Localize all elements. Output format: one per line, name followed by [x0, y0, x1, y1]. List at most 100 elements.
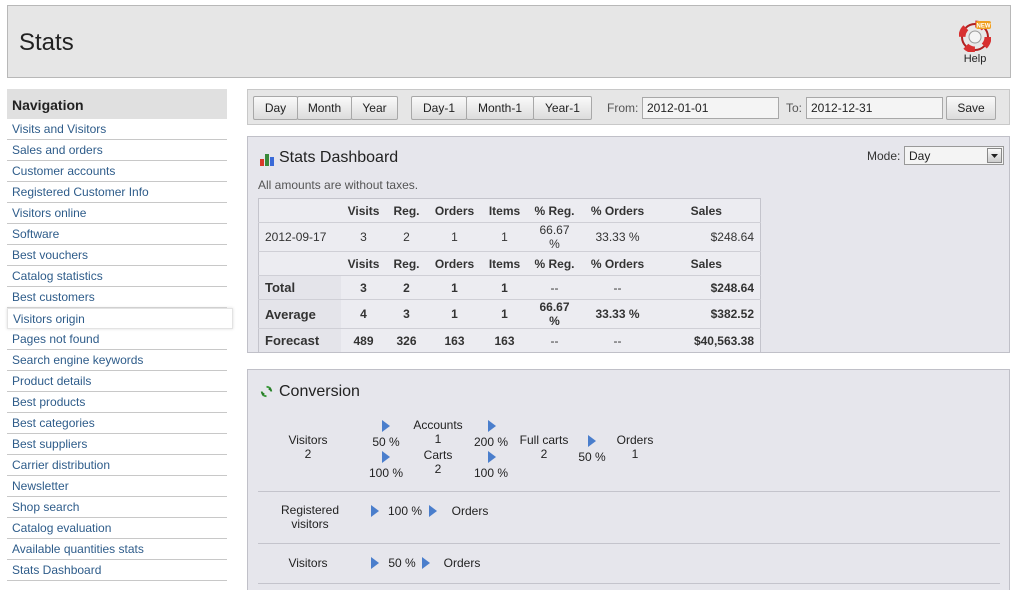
arrow-right-icon [382, 451, 390, 463]
full-carts-label: Full carts [519, 433, 569, 447]
registered-visitors-label: Registered visitors [280, 503, 340, 531]
arrow-right-icon [382, 420, 390, 432]
sidebar-item-best-vouchers[interactable]: Best vouchers [7, 245, 227, 266]
visitors-label: Visitors [288, 433, 328, 447]
sidebar-item-customer-accounts[interactable]: Customer accounts [7, 161, 227, 182]
stats-dashboard-panel: Stats Dashboard Mode: Day All amounts ar… [247, 136, 1010, 353]
sidebar-item-best-customers[interactable]: Best customers [7, 287, 227, 308]
table-cell: 1 [426, 222, 483, 252]
day-minus-one-button[interactable]: Day-1 [411, 96, 467, 120]
table-header [258, 251, 341, 276]
orders-label: Orders [616, 433, 654, 447]
to-date-input[interactable] [806, 97, 943, 119]
date-toolbar: Day Month Year Day-1 Month-1 Year-1 From… [247, 89, 1010, 125]
table-header: Items [482, 251, 527, 276]
sidebar-item-stats-dashboard[interactable]: Stats Dashboard [7, 560, 227, 581]
accounts-count: 1 [434, 432, 442, 446]
sidebar-item-visitors-origin[interactable]: Visitors origin [7, 308, 233, 329]
table-header: Visits [340, 251, 387, 276]
orders-count: 1 [631, 447, 639, 461]
visitors-count: 2 [304, 447, 312, 461]
carts-count: 2 [434, 462, 442, 476]
table-header: Reg. [386, 251, 427, 276]
sidebar-item-best-suppliers[interactable]: Best suppliers [7, 434, 227, 455]
table-cell: 3 [340, 275, 387, 300]
sidebar-item-software[interactable]: Software [7, 224, 227, 245]
arrow-right-icon [588, 435, 596, 447]
sidebar-item-visitors-online[interactable]: Visitors online [7, 203, 227, 224]
month-button[interactable]: Month [297, 96, 352, 120]
sidebar-item-best-products[interactable]: Best products [7, 392, 227, 413]
table-cell: $248.64 [652, 275, 761, 300]
sidebar-item-product-details[interactable]: Product details [7, 371, 227, 392]
sidebar: Navigation Visits and Visitors Sales and … [7, 89, 233, 581]
orders-label-b: Orders [451, 504, 489, 518]
table-cell: $382.52 [652, 299, 761, 329]
sidebar-item-registered-customer-info[interactable]: Registered Customer Info [7, 182, 227, 203]
stats-header-row: Visits Reg. Orders Items % Reg. % Orders… [258, 198, 761, 223]
full-carts-node: Full carts 2 [514, 433, 574, 461]
table-cell: $248.64 [652, 222, 761, 252]
full-carts-count: 2 [540, 447, 548, 461]
navigation-list: Visits and Visitors Sales and orders Custo… [7, 119, 233, 581]
table-cell: 489 [340, 328, 387, 352]
help-button[interactable]: NEW Help [958, 20, 992, 65]
refresh-icon [259, 384, 274, 402]
arrow-right-icon [488, 451, 496, 463]
sidebar-item-newsletter[interactable]: Newsletter [7, 476, 227, 497]
sidebar-item-search-engine-keywords[interactable]: Search engine keywords [7, 350, 227, 371]
sidebar-item-pages-not-found[interactable]: Pages not found [7, 329, 227, 350]
new-badge: NEW [977, 24, 991, 30]
table-cell: 1 [482, 299, 527, 329]
table-cell: 66.67 % [526, 222, 583, 252]
table-cell: 1 [482, 222, 527, 252]
table-cell: Total [258, 275, 341, 300]
table-cell: 3 [386, 299, 427, 329]
sidebar-item-best-categories[interactable]: Best categories [7, 413, 227, 434]
dashboard-title: Stats Dashboard [279, 149, 399, 166]
day-button[interactable]: Day [253, 96, 298, 120]
year-button[interactable]: Year [351, 96, 398, 120]
sidebar-item-catalog-evaluation[interactable]: Catalog evaluation [7, 518, 227, 539]
divider [258, 583, 1000, 584]
visitors-to-accounts-rate: 50 % [372, 435, 400, 449]
accounts-to-fullcarts-rate: 200 % [473, 435, 509, 449]
arrow-right-icon [488, 420, 496, 432]
sidebar-item-sales-and-orders[interactable]: Sales and orders [7, 140, 227, 161]
table-cell: $40,563.38 [652, 328, 761, 352]
table-cell: 4 [340, 299, 387, 329]
page-header: Stats NEW Help [7, 5, 1011, 78]
arrow-right-icon [422, 557, 430, 569]
year-minus-one-button[interactable]: Year-1 [533, 96, 592, 120]
stats-table: Visits Reg. Orders Items % Reg. % Orders… [258, 198, 761, 352]
table-row-forecast: Forecast 489 326 163 163 -- -- $40,563.3… [258, 328, 761, 352]
sidebar-item-available-quantities-stats[interactable]: Available quantities stats [7, 539, 227, 560]
arrow-right-icon [371, 505, 379, 517]
page-title: Stats [19, 29, 74, 56]
table-cell: -- [526, 328, 583, 352]
carts-to-fullcarts-rate: 100 % [473, 466, 509, 480]
table-header: Items [482, 198, 527, 223]
table-header: Orders [426, 251, 483, 276]
registered-to-orders-rate: 100 % [387, 504, 423, 518]
table-header [258, 198, 341, 223]
sidebar-item-visits-and-visitors[interactable]: Visits and Visitors [7, 119, 227, 140]
orders-label-c: Orders [443, 556, 481, 570]
table-cell: 1 [426, 299, 483, 329]
to-label: To: [786, 101, 803, 115]
month-minus-one-button[interactable]: Month-1 [466, 96, 534, 120]
table-cell: 3 [340, 222, 387, 252]
carts-node: Carts 2 [408, 448, 468, 476]
lifebuoy-icon: NEW [958, 20, 992, 54]
tax-note: All amounts are without taxes. [258, 178, 419, 192]
table-cell: Forecast [258, 328, 341, 352]
bar-chart-icon [259, 151, 275, 170]
save-button[interactable]: Save [946, 96, 996, 120]
mode-select[interactable]: Day [904, 146, 1004, 165]
table-cell: 33.33 % [582, 299, 653, 329]
sidebar-item-shop-search[interactable]: Shop search [7, 497, 227, 518]
sidebar-item-catalog-statistics[interactable]: Catalog statistics [7, 266, 227, 287]
from-date-input[interactable] [642, 97, 779, 119]
sidebar-item-carrier-distribution[interactable]: Carrier distribution [7, 455, 227, 476]
table-header: % Orders [582, 251, 653, 276]
